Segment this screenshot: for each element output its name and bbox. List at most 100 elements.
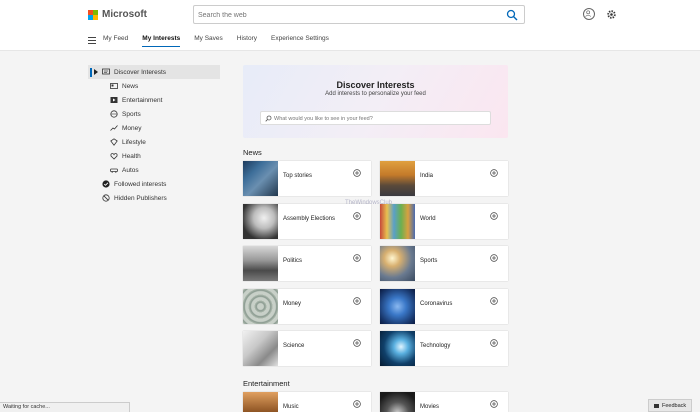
sidebar-item-hidden-publishers[interactable]: Hidden Publishers bbox=[88, 191, 220, 205]
sidebar-item-label: News bbox=[122, 82, 139, 90]
card-label: Music bbox=[283, 404, 299, 410]
sidebar-item-money[interactable]: Money bbox=[88, 121, 220, 135]
discover-hero-banner: Discover Interests Add interests to pers… bbox=[243, 65, 508, 138]
sidebar-item-health[interactable]: Health bbox=[88, 149, 220, 163]
sidebar-item-label: Money bbox=[122, 124, 142, 132]
search-icon[interactable] bbox=[506, 9, 518, 21]
lifestyle-icon bbox=[110, 138, 118, 146]
sidebar-item-label: Followed interests bbox=[114, 180, 167, 188]
web-search-input[interactable] bbox=[198, 8, 498, 22]
nav-my-interests[interactable]: My Interests bbox=[142, 33, 180, 47]
sidebar-item-lifestyle[interactable]: Lifestyle bbox=[88, 135, 220, 149]
interest-card-top-stories[interactable]: Top stories bbox=[243, 161, 371, 196]
news-icon bbox=[110, 82, 118, 90]
add-circle-icon[interactable] bbox=[353, 254, 361, 262]
sidebar-item-label: Lifestyle bbox=[122, 138, 146, 146]
card-thumbnail bbox=[380, 331, 415, 366]
nav-history[interactable]: History bbox=[237, 33, 257, 47]
nav-experience-settings[interactable]: Experience Settings bbox=[271, 33, 329, 47]
sidebar-item-label: Autos bbox=[122, 166, 139, 174]
interest-card-assembly-elections[interactable]: Assembly Elections bbox=[243, 204, 371, 239]
card-thumbnail bbox=[243, 204, 278, 239]
section-title-news: News bbox=[243, 148, 262, 157]
card-label: Sports bbox=[420, 258, 438, 264]
add-circle-icon[interactable] bbox=[353, 400, 361, 408]
card-label: Science bbox=[283, 343, 305, 349]
card-thumbnail bbox=[380, 289, 415, 324]
gear-icon[interactable] bbox=[606, 9, 617, 20]
expand-caret-icon[interactable] bbox=[94, 69, 98, 75]
add-circle-icon[interactable] bbox=[490, 297, 498, 305]
avatar[interactable] bbox=[583, 8, 595, 20]
hero-subtitle: Add interests to personalize your feed bbox=[325, 91, 426, 97]
check-circle-icon bbox=[102, 180, 110, 188]
discover-icon bbox=[102, 68, 110, 76]
sports-icon bbox=[110, 110, 118, 118]
add-circle-icon[interactable] bbox=[353, 212, 361, 220]
sidebar-item-news[interactable]: News bbox=[88, 79, 220, 93]
microsoft-logo-icon bbox=[88, 9, 98, 20]
add-circle-icon[interactable] bbox=[490, 339, 498, 347]
sidebar-item-label: Sports bbox=[122, 110, 141, 118]
card-thumbnail bbox=[243, 246, 278, 281]
block-icon bbox=[102, 194, 110, 202]
add-circle-icon[interactable] bbox=[490, 254, 498, 262]
card-thumbnail bbox=[380, 246, 415, 281]
card-label: Assembly Elections bbox=[283, 216, 336, 222]
top-bar: Microsoft My Feed My Interests My Saves … bbox=[0, 0, 700, 51]
card-label: Movies bbox=[420, 404, 440, 410]
card-thumbnail bbox=[380, 204, 415, 239]
card-thumbnail bbox=[380, 161, 415, 196]
interest-card-politics[interactable]: Politics bbox=[243, 246, 371, 281]
sidebar-item-discover-interests[interactable]: Discover Interests bbox=[88, 65, 220, 79]
add-circle-icon[interactable] bbox=[353, 339, 361, 347]
interest-card-money[interactable]: Money bbox=[243, 289, 371, 324]
entertainment-icon bbox=[110, 96, 118, 104]
card-label: Technology bbox=[420, 343, 451, 349]
card-label: World bbox=[420, 216, 436, 222]
interest-search-box[interactable] bbox=[260, 111, 491, 125]
sidebar-item-followed-interests[interactable]: Followed interests bbox=[88, 177, 220, 191]
interest-card-music[interactable]: Music bbox=[243, 392, 371, 412]
nav-my-saves[interactable]: My Saves bbox=[194, 33, 223, 47]
sidebar-item-autos[interactable]: Autos bbox=[88, 163, 220, 177]
card-label: India bbox=[420, 173, 434, 179]
interests-sidebar: Discover Interests News Entertainment Sp… bbox=[88, 65, 220, 205]
search-icon bbox=[265, 115, 272, 122]
sidebar-item-entertainment[interactable]: Entertainment bbox=[88, 93, 220, 107]
add-circle-icon[interactable] bbox=[490, 169, 498, 177]
interest-card-sports[interactable]: Sports bbox=[380, 246, 508, 281]
interest-card-science[interactable]: Science bbox=[243, 331, 371, 366]
microsoft-logo[interactable]: Microsoft bbox=[88, 9, 147, 20]
nav-my-feed[interactable]: My Feed bbox=[103, 33, 128, 47]
interest-card-india[interactable]: India bbox=[380, 161, 508, 196]
card-label: Top stories bbox=[283, 173, 313, 179]
sidebar-item-label: Hidden Publishers bbox=[114, 194, 167, 202]
interest-card-coronavirus[interactable]: Coronavirus bbox=[380, 289, 508, 324]
card-label: Politics bbox=[283, 258, 303, 264]
interest-search-input[interactable] bbox=[274, 113, 484, 124]
top-navigation: My Feed My Interests My Saves History Ex… bbox=[88, 33, 343, 47]
card-label: Coronavirus bbox=[420, 301, 453, 307]
sidebar-item-label: Health bbox=[122, 152, 141, 160]
hamburger-menu-icon[interactable] bbox=[88, 36, 96, 44]
hero-title: Discover Interests bbox=[336, 80, 415, 90]
sidebar-item-label: Entertainment bbox=[122, 96, 163, 104]
add-circle-icon[interactable] bbox=[490, 212, 498, 220]
interest-card-world[interactable]: World bbox=[380, 204, 508, 239]
health-icon bbox=[110, 152, 118, 160]
feedback-button[interactable]: Feedback bbox=[648, 399, 692, 412]
card-thumbnail bbox=[243, 392, 278, 412]
feedback-label: Feedback bbox=[662, 402, 687, 409]
watermark: TheWindowsClub bbox=[345, 200, 393, 206]
add-circle-icon[interactable] bbox=[353, 297, 361, 305]
sidebar-item-sports[interactable]: Sports bbox=[88, 107, 220, 121]
feedback-icon bbox=[654, 403, 659, 408]
add-circle-icon[interactable] bbox=[490, 400, 498, 408]
money-icon bbox=[110, 124, 118, 132]
interest-card-technology[interactable]: Technology bbox=[380, 331, 508, 366]
interest-card-movies[interactable]: Movies bbox=[380, 392, 508, 412]
web-search-box[interactable] bbox=[193, 5, 525, 24]
add-circle-icon[interactable] bbox=[353, 169, 361, 177]
card-thumbnail bbox=[380, 392, 415, 412]
